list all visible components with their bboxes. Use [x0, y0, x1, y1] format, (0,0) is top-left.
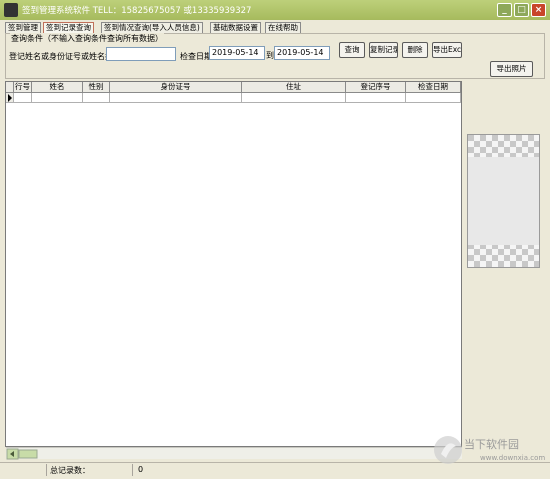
- date-to-label: 到: [266, 51, 274, 60]
- tab-checkin-records[interactable]: 签到记录查询: [43, 22, 94, 33]
- current-row-arrow-icon: [8, 94, 12, 102]
- row-indicator: [6, 93, 14, 103]
- export-excel-button[interactable]: 导出Excel: [432, 42, 462, 58]
- table-cell[interactable]: [83, 93, 110, 103]
- date-label: 检查日期: [180, 52, 212, 61]
- tab-basic-data[interactable]: 基础数据设置: [210, 22, 261, 33]
- app-icon: [4, 3, 18, 17]
- col-check-date[interactable]: 检查日期: [406, 82, 461, 93]
- watermark-url: www.downxia.com: [480, 454, 546, 462]
- copy-record-button[interactable]: 复制记录: [369, 42, 398, 58]
- photo-preview: [467, 134, 540, 268]
- tab-checkin-manage[interactable]: 签到管理: [5, 22, 41, 33]
- col-register-seq[interactable]: 登记序号: [346, 82, 406, 93]
- date-to-input[interactable]: 2019-05-14: [274, 46, 330, 60]
- total-records-label: 总记录数：: [50, 466, 90, 475]
- table-cell[interactable]: [110, 93, 242, 103]
- export-photo-button[interactable]: 导出照片: [490, 61, 533, 77]
- col-id-number[interactable]: 身份证号: [110, 82, 242, 93]
- name-id-input[interactable]: [106, 47, 176, 61]
- query-button[interactable]: 查询: [339, 42, 365, 58]
- col-row-number[interactable]: 行号: [14, 82, 32, 93]
- table-cell[interactable]: [346, 93, 406, 103]
- col-address[interactable]: 住址: [242, 82, 346, 93]
- scroll-arrows-icon: [6, 448, 38, 460]
- photo-placeholder-icon: [468, 135, 539, 267]
- table-cell[interactable]: [32, 93, 83, 103]
- name-id-label: 登记姓名或身份证号或姓名拼: [9, 52, 113, 61]
- status-separator: [132, 464, 133, 476]
- horizontal-scrollbar[interactable]: [6, 447, 462, 460]
- watermark-logo: 当下软件园 www.downxia.com: [432, 432, 546, 468]
- col-gender[interactable]: 性别: [83, 82, 110, 93]
- tab-checkin-status[interactable]: 签到情况查询(导入人员信息): [101, 22, 203, 33]
- table-cell[interactable]: [406, 93, 461, 103]
- window-title: 签到管理系统软件 TELL：15825675057 或13335939327: [22, 6, 252, 16]
- table-cell[interactable]: [14, 93, 32, 103]
- delete-button[interactable]: 删除: [402, 42, 428, 58]
- date-from-input[interactable]: 2019-05-14: [209, 46, 265, 60]
- minimize-button[interactable]: _: [497, 3, 512, 17]
- col-name[interactable]: 姓名: [32, 82, 83, 93]
- row-indicator-header: [6, 82, 14, 93]
- total-records-value: 0: [138, 465, 144, 474]
- watermark-text: 当下软件园: [464, 438, 519, 451]
- table-cell[interactable]: [242, 93, 346, 103]
- tab-online-help[interactable]: 在线帮助: [265, 22, 301, 33]
- maximize-button[interactable]: □: [514, 3, 529, 17]
- close-button[interactable]: ×: [531, 3, 546, 17]
- status-separator: [46, 464, 47, 476]
- records-table[interactable]: [5, 81, 462, 447]
- query-group-label: 查询条件（不输入查询条件查询所有数据）: [10, 33, 164, 44]
